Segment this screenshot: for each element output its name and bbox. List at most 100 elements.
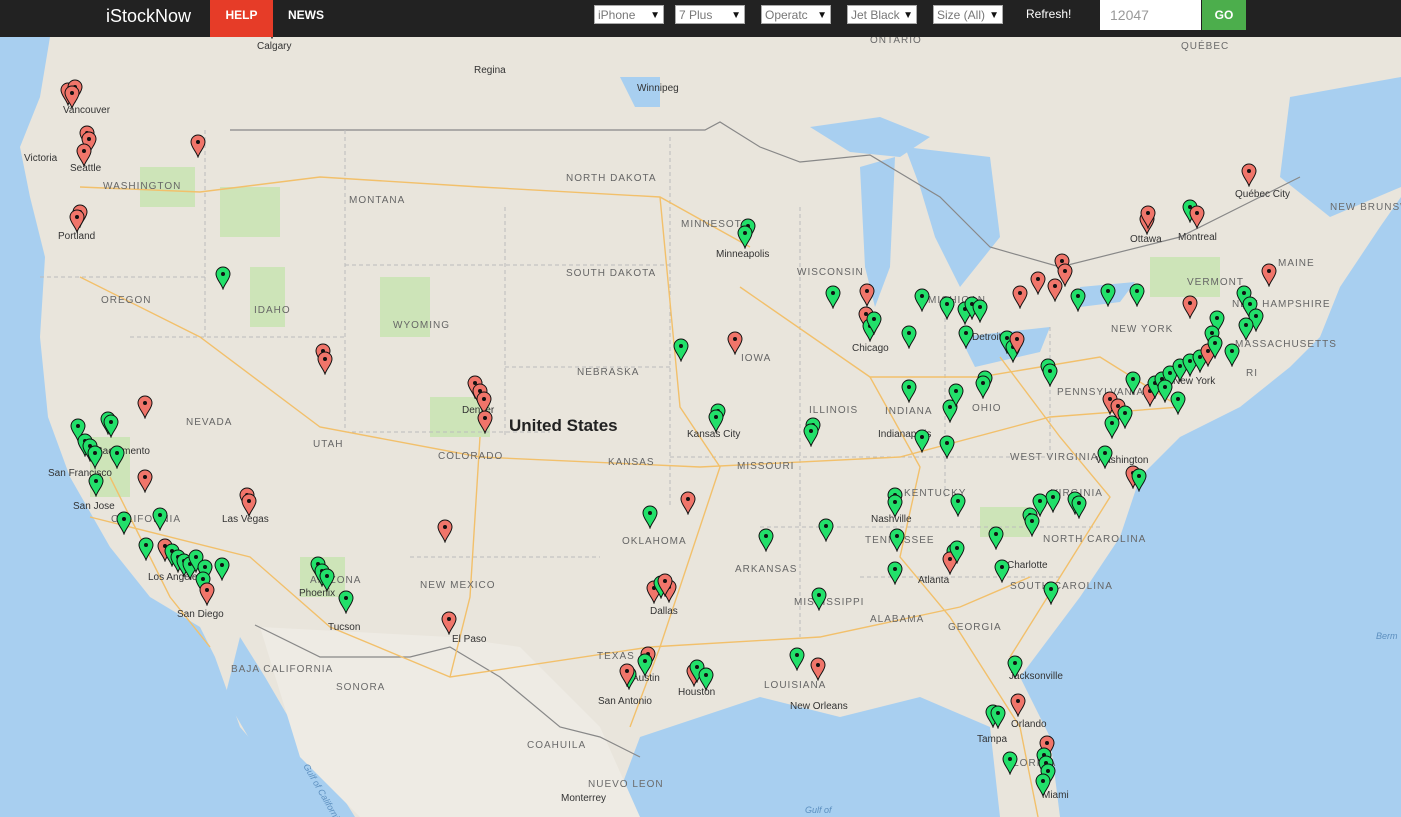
in-stock-marker[interactable]	[950, 493, 966, 517]
out-of-stock-marker[interactable]	[137, 395, 153, 419]
in-stock-marker[interactable]	[116, 511, 132, 535]
out-of-stock-marker[interactable]	[317, 351, 333, 375]
in-stock-marker[interactable]	[138, 537, 154, 561]
out-of-stock-marker[interactable]	[619, 663, 635, 687]
in-stock-marker[interactable]	[1097, 445, 1113, 469]
out-of-stock-marker[interactable]	[657, 573, 673, 597]
out-of-stock-marker[interactable]	[199, 582, 215, 606]
in-stock-marker[interactable]	[1002, 751, 1018, 775]
device-select[interactable]: iPhone ▼	[594, 5, 664, 24]
refresh-button[interactable]: Refresh!	[1026, 7, 1071, 21]
out-of-stock-marker[interactable]	[69, 209, 85, 233]
model-select[interactable]: 7 Plus ▼	[675, 5, 745, 24]
in-stock-marker[interactable]	[1043, 581, 1059, 605]
out-of-stock-marker[interactable]	[477, 410, 493, 434]
news-link[interactable]: NEWS	[273, 0, 339, 37]
in-stock-marker[interactable]	[949, 540, 965, 564]
out-of-stock-marker[interactable]	[1140, 205, 1156, 229]
in-stock-marker[interactable]	[1129, 283, 1145, 307]
operator-select[interactable]: Operatc ▼	[761, 5, 831, 24]
in-stock-marker[interactable]	[818, 518, 834, 542]
out-of-stock-marker[interactable]	[437, 519, 453, 543]
in-stock-marker[interactable]	[338, 590, 354, 614]
brand-logo[interactable]: iStockNow	[106, 6, 191, 27]
in-stock-marker[interactable]	[901, 325, 917, 349]
out-of-stock-marker[interactable]	[727, 331, 743, 355]
in-stock-marker[interactable]	[958, 325, 974, 349]
in-stock-marker[interactable]	[673, 338, 689, 362]
in-stock-marker[interactable]	[1131, 468, 1147, 492]
out-of-stock-marker[interactable]	[441, 611, 457, 635]
in-stock-marker[interactable]	[914, 288, 930, 312]
zip-input[interactable]: 12047	[1100, 0, 1201, 30]
in-stock-marker[interactable]	[1104, 415, 1120, 439]
out-of-stock-marker[interactable]	[76, 143, 92, 167]
stock-map[interactable]: United States ONTARIO QUÉBEC NEW BRUNSWI…	[0, 37, 1401, 817]
in-stock-marker[interactable]	[708, 409, 724, 433]
in-stock-marker[interactable]	[972, 299, 988, 323]
in-stock-marker[interactable]	[1032, 493, 1048, 517]
in-stock-marker[interactable]	[789, 647, 805, 671]
in-stock-marker[interactable]	[889, 528, 905, 552]
in-stock-marker[interactable]	[737, 225, 753, 249]
out-of-stock-marker[interactable]	[1189, 205, 1205, 229]
in-stock-marker[interactable]	[939, 435, 955, 459]
out-of-stock-marker[interactable]	[1057, 263, 1073, 287]
in-stock-marker[interactable]	[988, 526, 1004, 550]
go-button[interactable]: GO	[1202, 0, 1246, 30]
out-of-stock-marker[interactable]	[1009, 331, 1025, 355]
in-stock-marker[interactable]	[975, 375, 991, 399]
in-stock-marker[interactable]	[939, 296, 955, 320]
in-stock-marker[interactable]	[948, 383, 964, 407]
in-stock-marker[interactable]	[990, 705, 1006, 729]
color-select[interactable]: Jet Black ▼	[847, 5, 917, 24]
in-stock-marker[interactable]	[1224, 343, 1240, 367]
in-stock-marker[interactable]	[914, 429, 930, 453]
size-select[interactable]: Size (All) ▼	[933, 5, 1003, 24]
in-stock-marker[interactable]	[866, 311, 882, 335]
in-stock-marker[interactable]	[1007, 655, 1023, 679]
in-stock-marker[interactable]	[103, 414, 119, 438]
in-stock-marker[interactable]	[88, 473, 104, 497]
in-stock-marker[interactable]	[642, 505, 658, 529]
in-stock-marker[interactable]	[637, 653, 653, 677]
in-stock-marker[interactable]	[698, 667, 714, 691]
out-of-stock-marker[interactable]	[1261, 263, 1277, 287]
out-of-stock-marker[interactable]	[1241, 163, 1257, 187]
in-stock-marker[interactable]	[803, 423, 819, 447]
in-stock-marker[interactable]	[1100, 283, 1116, 307]
in-stock-marker[interactable]	[901, 379, 917, 403]
in-stock-marker[interactable]	[109, 445, 125, 469]
help-link[interactable]: HELP	[210, 0, 273, 37]
in-stock-marker[interactable]	[811, 587, 827, 611]
in-stock-marker[interactable]	[1035, 773, 1051, 797]
out-of-stock-marker[interactable]	[241, 493, 257, 517]
in-stock-marker[interactable]	[758, 528, 774, 552]
in-stock-marker[interactable]	[994, 559, 1010, 583]
out-of-stock-marker[interactable]	[64, 85, 80, 109]
in-stock-marker[interactable]	[1170, 391, 1186, 415]
out-of-stock-marker[interactable]	[1030, 271, 1046, 295]
in-stock-marker[interactable]	[887, 494, 903, 518]
out-of-stock-marker[interactable]	[1012, 285, 1028, 309]
out-of-stock-marker[interactable]	[810, 657, 826, 681]
out-of-stock-marker[interactable]	[1182, 295, 1198, 319]
in-stock-marker[interactable]	[214, 557, 230, 581]
out-of-stock-marker[interactable]	[137, 469, 153, 493]
in-stock-marker[interactable]	[1071, 495, 1087, 519]
in-stock-marker[interactable]	[215, 266, 231, 290]
out-of-stock-marker[interactable]	[680, 491, 696, 515]
in-stock-marker[interactable]	[87, 445, 103, 469]
out-of-stock-marker[interactable]	[859, 283, 875, 307]
out-of-stock-marker[interactable]	[1010, 693, 1026, 717]
in-stock-marker[interactable]	[1207, 335, 1223, 359]
in-stock-marker[interactable]	[1238, 317, 1254, 341]
out-of-stock-marker[interactable]	[264, 37, 280, 39]
out-of-stock-marker[interactable]	[190, 134, 206, 158]
in-stock-marker[interactable]	[887, 561, 903, 585]
in-stock-marker[interactable]	[1042, 363, 1058, 387]
in-stock-marker[interactable]	[319, 568, 335, 592]
in-stock-marker[interactable]	[1125, 371, 1141, 395]
in-stock-marker[interactable]	[152, 507, 168, 531]
in-stock-marker[interactable]	[1070, 288, 1086, 312]
